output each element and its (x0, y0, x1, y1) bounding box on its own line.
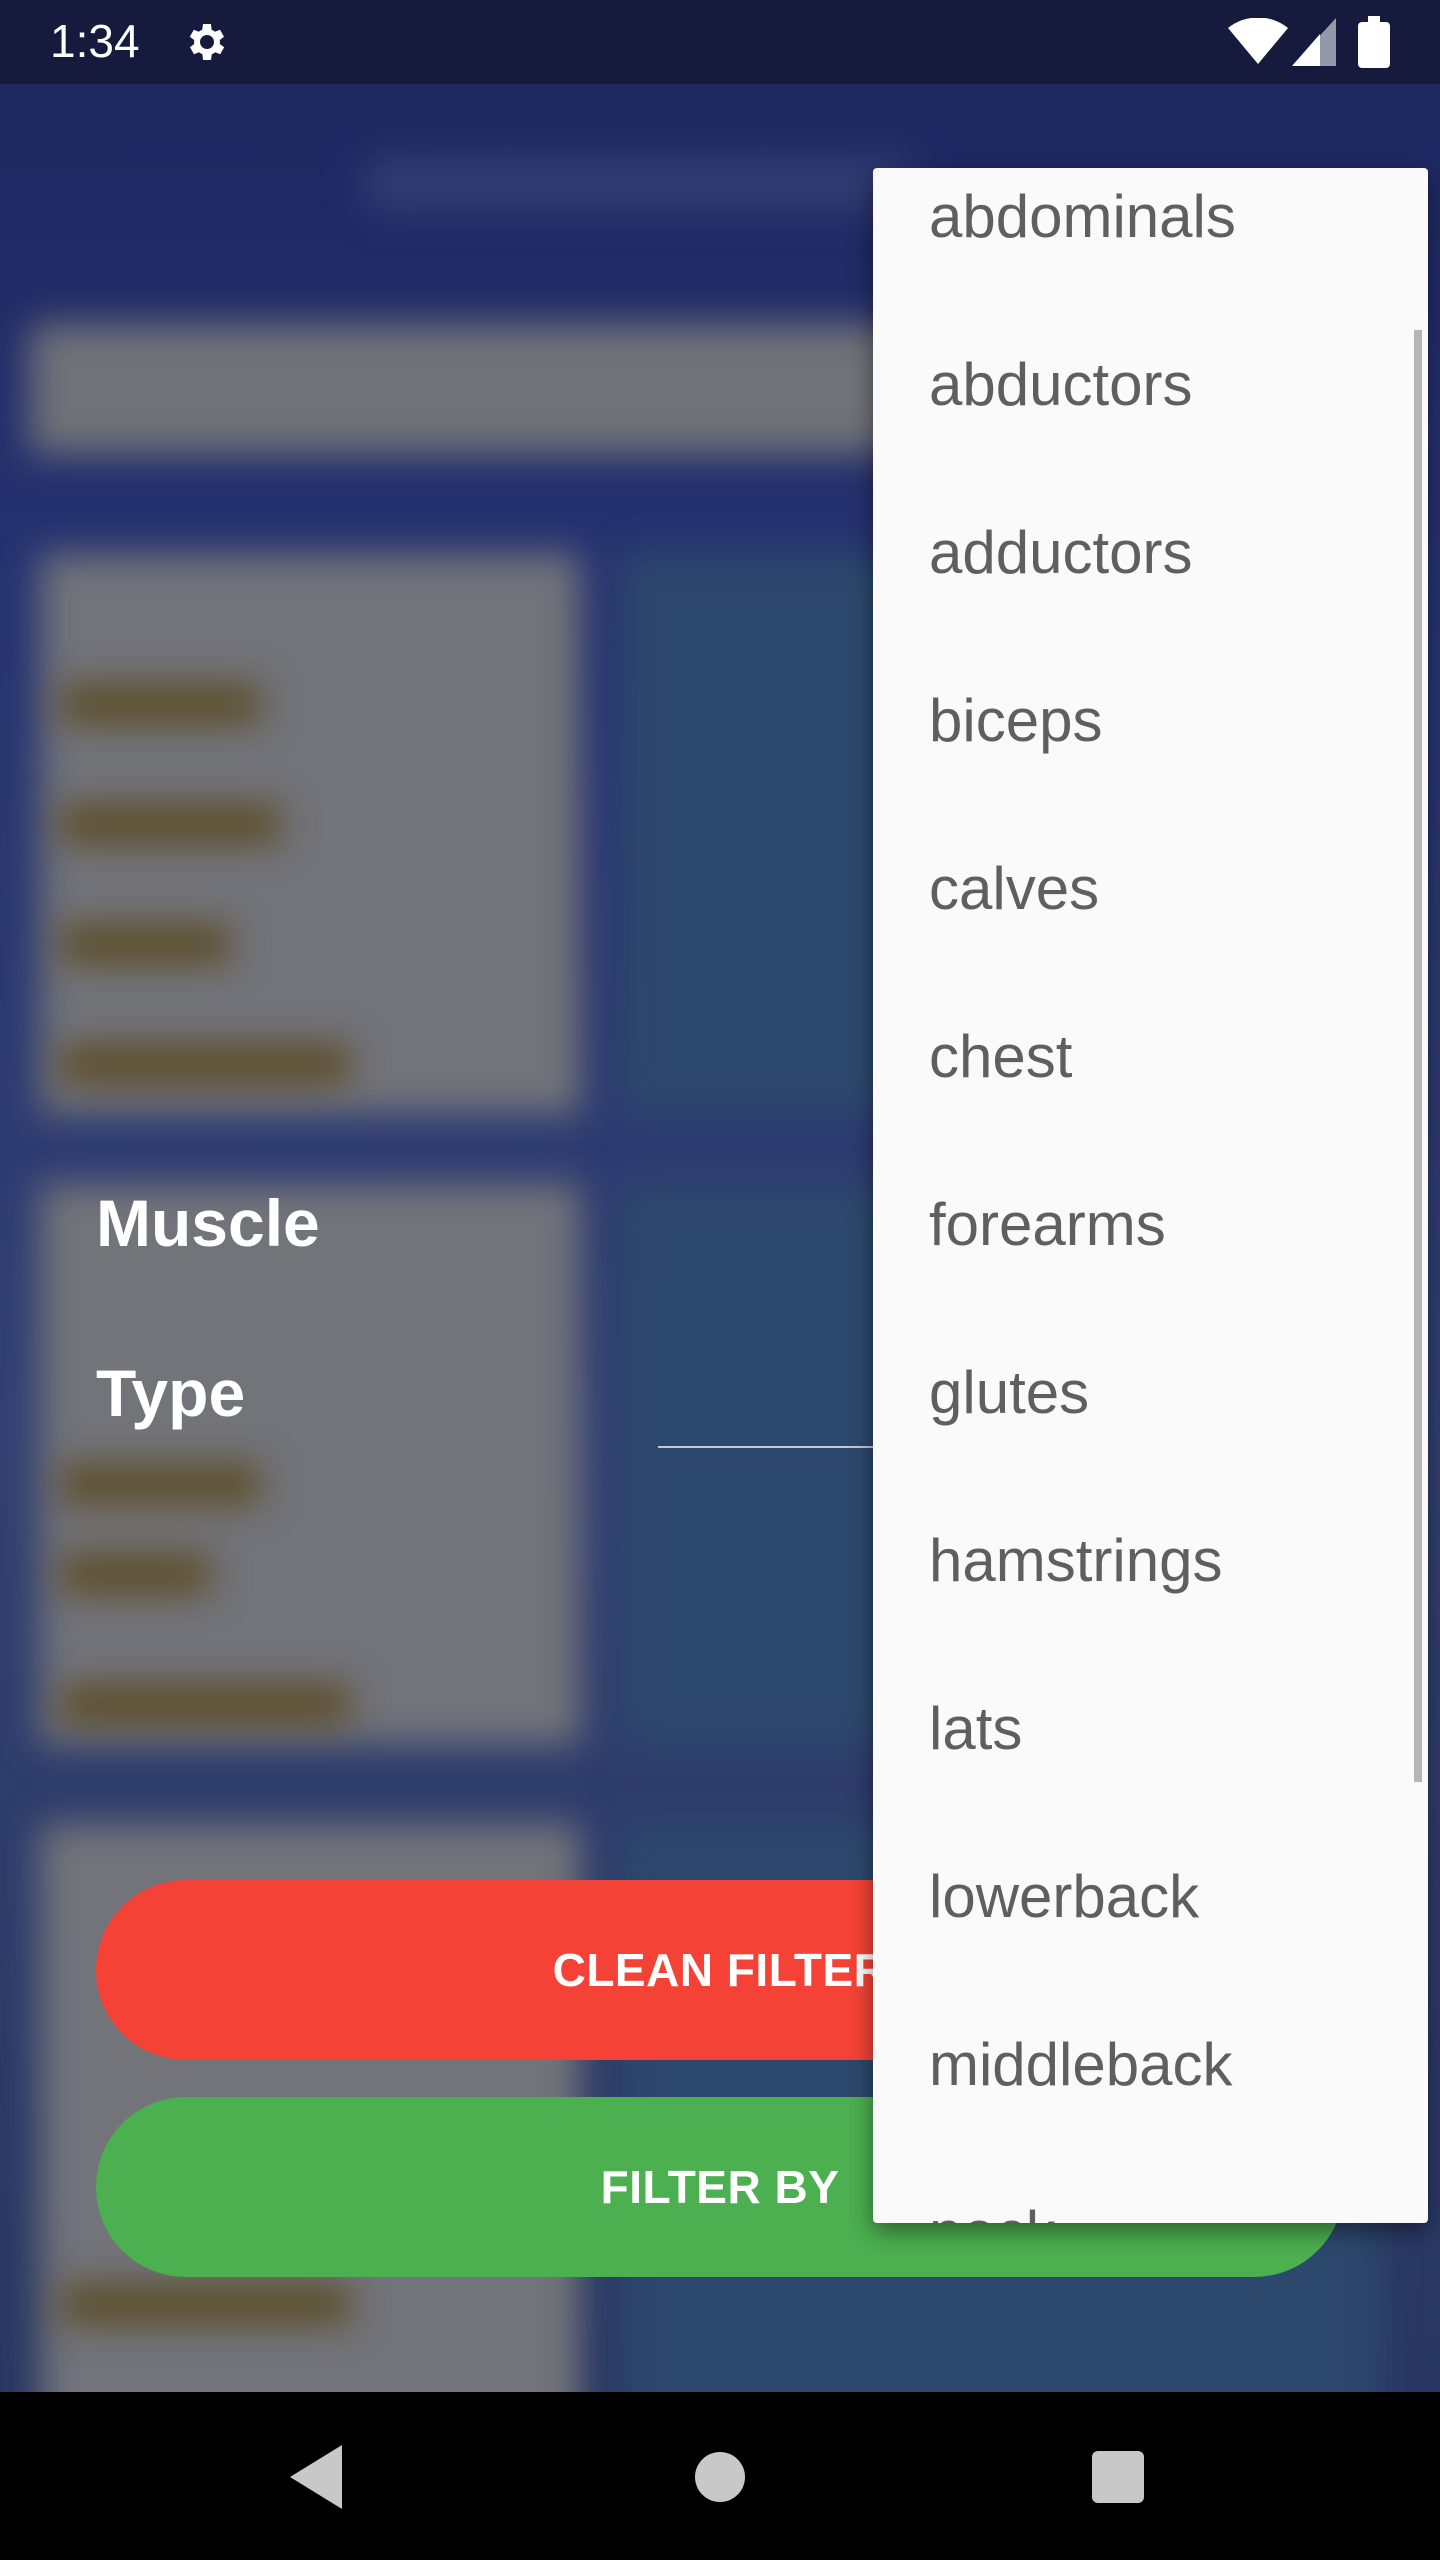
muscle-label: Muscle (96, 1186, 320, 1260)
home-icon[interactable] (695, 2452, 745, 2502)
status-time: 1:34 (50, 15, 140, 67)
dropdown-option[interactable]: biceps (929, 686, 1102, 755)
dropdown-option[interactable]: lowerback (929, 1862, 1199, 1931)
dropdown-option[interactable]: glutes (929, 1358, 1089, 1427)
back-icon[interactable] (290, 2445, 342, 2509)
dropdown-option[interactable]: forearms (929, 1190, 1166, 1259)
dropdown-option[interactable]: chest (929, 1022, 1072, 1091)
dropdown-scrollbar[interactable] (1414, 330, 1422, 1782)
dropdown-option[interactable]: middleback (929, 2030, 1233, 2099)
wifi-icon (1228, 18, 1288, 64)
cell-signal-icon (1292, 18, 1336, 66)
gear-icon (189, 24, 225, 60)
dropdown-option[interactable]: lats (929, 1694, 1022, 1763)
dropdown-option[interactable]: abductors (929, 350, 1193, 419)
dropdown-option[interactable]: adductors (929, 518, 1193, 587)
dropdown-option[interactable]: calves (929, 854, 1099, 923)
muscle-dropdown[interactable]: abdominals abductors adductors biceps ca… (873, 168, 1428, 2223)
recents-icon[interactable] (1092, 2451, 1144, 2503)
battery-icon (1358, 16, 1390, 68)
dropdown-option[interactable]: neck (929, 2198, 1056, 2223)
type-label: Type (96, 1356, 246, 1430)
dropdown-option[interactable]: abdominals (929, 182, 1236, 251)
status-bar: 1:34 (0, 0, 1440, 84)
dropdown-option[interactable]: hamstrings (929, 1526, 1222, 1595)
